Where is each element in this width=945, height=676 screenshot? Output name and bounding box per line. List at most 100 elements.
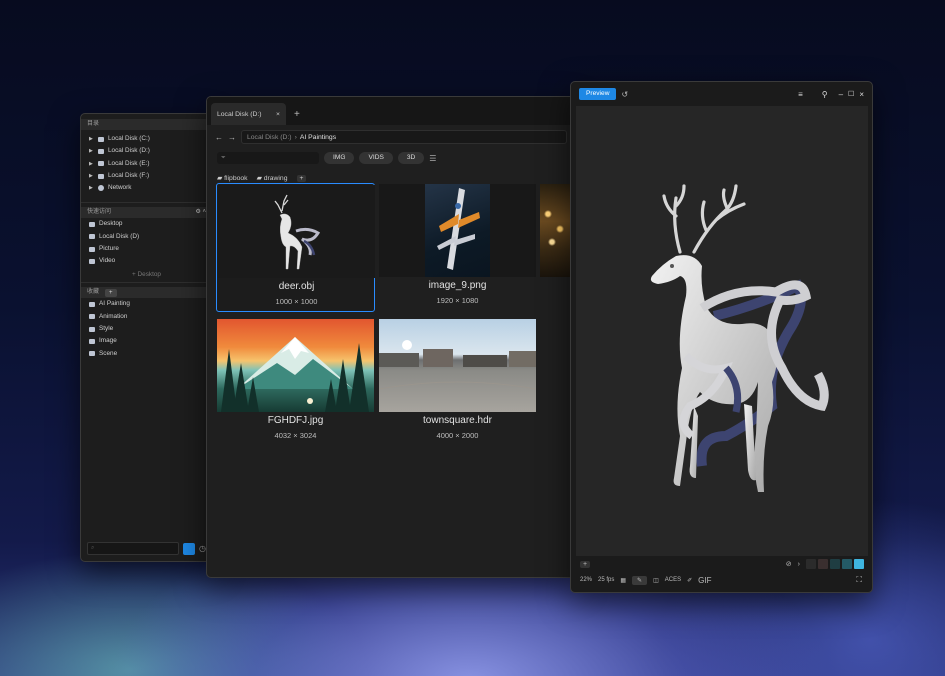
- grid-icon[interactable]: ▦: [620, 577, 626, 584]
- folder-icon: [89, 259, 95, 265]
- swatch-1[interactable]: [806, 559, 816, 569]
- preview-tab[interactable]: Preview: [579, 88, 617, 100]
- expand-arrow-icon[interactable]: ▶: [89, 145, 94, 157]
- folder-icon: ▰: [256, 175, 264, 182]
- preview-window: Preview ↺ ≡ ⚲ – ☐ × + ⊘ › 22% 25 fps ▦ ✎…: [570, 81, 873, 593]
- file-card-fghdfj[interactable]: FGHDFJ.jpg 4032 × 3024: [216, 318, 375, 447]
- quick-item-desktop[interactable]: Desktop: [81, 218, 212, 230]
- city-lights-image: [540, 204, 570, 254]
- image-icon: [89, 351, 95, 357]
- edit-icon[interactable]: ✐: [687, 577, 692, 584]
- sidebar-search-input[interactable]: ⌕: [87, 542, 179, 555]
- add-folder-button[interactable]: +: [296, 174, 307, 182]
- expand-arrow-icon[interactable]: ▶: [89, 170, 94, 182]
- hide-icon[interactable]: ⊘: [786, 560, 792, 568]
- file-name: image_9.png: [428, 280, 487, 291]
- forward-icon[interactable]: →: [228, 133, 236, 142]
- menu-icon[interactable]: ≡: [798, 90, 803, 99]
- close-icon[interactable]: ×: [276, 111, 280, 118]
- quick-item-video[interactable]: Video: [81, 255, 212, 267]
- favorite-item[interactable]: Image: [81, 335, 212, 347]
- address-bar[interactable]: Local Disk (D:) › AI Paintings: [241, 130, 567, 144]
- filter-3d[interactable]: 3D: [397, 152, 425, 164]
- image-icon: [89, 302, 95, 308]
- swatch-3[interactable]: [830, 559, 840, 569]
- favorite-item[interactable]: Animation: [81, 311, 212, 323]
- new-tab-button[interactable]: +: [294, 109, 300, 120]
- quick-item-picture[interactable]: Picture: [81, 243, 212, 255]
- swatch-4[interactable]: [842, 559, 852, 569]
- fps-readout: 25 fps: [598, 577, 615, 583]
- quick-access-title: 快速访问: [87, 209, 112, 216]
- favorite-item[interactable]: AI Painting: [81, 298, 212, 310]
- zoom-level: 22%: [580, 577, 593, 583]
- file-card-deer[interactable]: deer.obj 1000 × 1000: [216, 183, 375, 312]
- chevron-right-icon: ›: [294, 133, 297, 141]
- fullscreen-icon[interactable]: ⛶: [856, 575, 862, 585]
- brush-icon[interactable]: ✎: [632, 575, 648, 585]
- file-card-townsquare[interactable]: townsquare.hdr 4000 × 2000: [378, 318, 537, 447]
- pin-icon[interactable]: ⚲: [822, 90, 828, 99]
- spaceship-image: [425, 184, 490, 277]
- favorite-item[interactable]: Scene: [81, 348, 212, 360]
- monitor-icon: [89, 222, 95, 228]
- compare-icon[interactable]: ◫: [653, 577, 659, 584]
- quick-label: Desktop: [99, 220, 123, 228]
- expand-arrow-icon[interactable]: ▶: [89, 133, 94, 145]
- quick-access-header: 快速访问 ⚙ ˄: [81, 207, 212, 219]
- drive-item-c[interactable]: ▶ Local Disk (C:): [81, 133, 212, 145]
- globe-icon: [98, 185, 104, 192]
- folder-drawing[interactable]: ▰ drawing: [257, 174, 288, 182]
- add-favorite-button[interactable]: +: [105, 288, 117, 297]
- image-icon: [89, 339, 95, 345]
- back-icon[interactable]: ←: [215, 133, 223, 142]
- folder-label: drawing: [263, 175, 288, 182]
- image-icon: [89, 314, 95, 320]
- favorite-item[interactable]: Style: [81, 323, 212, 335]
- favorite-label: Scene: [99, 349, 118, 357]
- add-quick-access[interactable]: + Desktop: [81, 271, 212, 278]
- tab-local-disk[interactable]: Local Disk (D:) ×: [211, 103, 286, 125]
- expand-arrow-icon[interactable]: ▶: [89, 158, 94, 170]
- file-card-partial[interactable]: [540, 184, 570, 277]
- favorite-label: AI Painting: [99, 300, 130, 308]
- swatch-2[interactable]: [818, 559, 828, 569]
- file-card-image9[interactable]: image_9.png 1920 × 1080: [378, 183, 537, 312]
- folder-icon: [89, 246, 95, 252]
- preview-viewport[interactable]: [576, 106, 868, 556]
- drive-item-d[interactable]: ▶ Local Disk (D:): [81, 145, 212, 157]
- directory-header: 目录: [81, 119, 212, 130]
- chevron-right-icon[interactable]: ›: [798, 561, 800, 568]
- drive-item-e[interactable]: ▶ Local Disk (E:): [81, 158, 212, 170]
- breadcrumb-parent[interactable]: Local Disk (D:): [247, 134, 292, 141]
- settings-icon[interactable]: ⚙ ˄: [195, 207, 206, 218]
- panorama-thumbnail: [379, 319, 536, 412]
- bucket-button[interactable]: [183, 542, 195, 555]
- file-dimensions: 1000 × 1000: [275, 297, 318, 306]
- minimize-icon[interactable]: –: [839, 90, 843, 99]
- add-button[interactable]: +: [580, 560, 591, 568]
- maximize-icon[interactable]: ☐: [848, 90, 854, 98]
- history-icon[interactable]: ◷: [199, 544, 206, 553]
- history-icon[interactable]: ↺: [621, 90, 628, 99]
- breadcrumb-current[interactable]: AI Paintings: [300, 134, 336, 141]
- favorites-header: 收藏 +: [81, 287, 212, 299]
- aces-toggle[interactable]: ACES: [665, 577, 681, 583]
- folder-flipbook[interactable]: ▰ flipbook: [217, 174, 248, 182]
- filter-img[interactable]: IMG: [324, 152, 355, 164]
- drive-item-f[interactable]: ▶ Local Disk (F:): [81, 170, 212, 182]
- close-icon[interactable]: ×: [859, 90, 864, 99]
- drive-icon: [98, 173, 104, 179]
- quick-label: Local Disk (D): [99, 232, 140, 240]
- network-item[interactable]: ▶ Network: [81, 182, 212, 194]
- expand-arrow-icon[interactable]: ▶: [89, 182, 94, 194]
- filter-vids[interactable]: VIDS: [359, 152, 393, 164]
- favorites-title: 收藏: [87, 289, 100, 296]
- swatch-5[interactable]: [854, 559, 864, 569]
- quick-label: Picture: [99, 245, 119, 253]
- quick-item-disk[interactable]: Local Disk (D): [81, 231, 212, 243]
- gif-button[interactable]: GIF: [698, 576, 711, 585]
- spaceship-thumbnail: [379, 184, 536, 277]
- sort-icon[interactable]: ☰: [429, 154, 436, 163]
- filter-input[interactable]: ⏷: [217, 152, 319, 164]
